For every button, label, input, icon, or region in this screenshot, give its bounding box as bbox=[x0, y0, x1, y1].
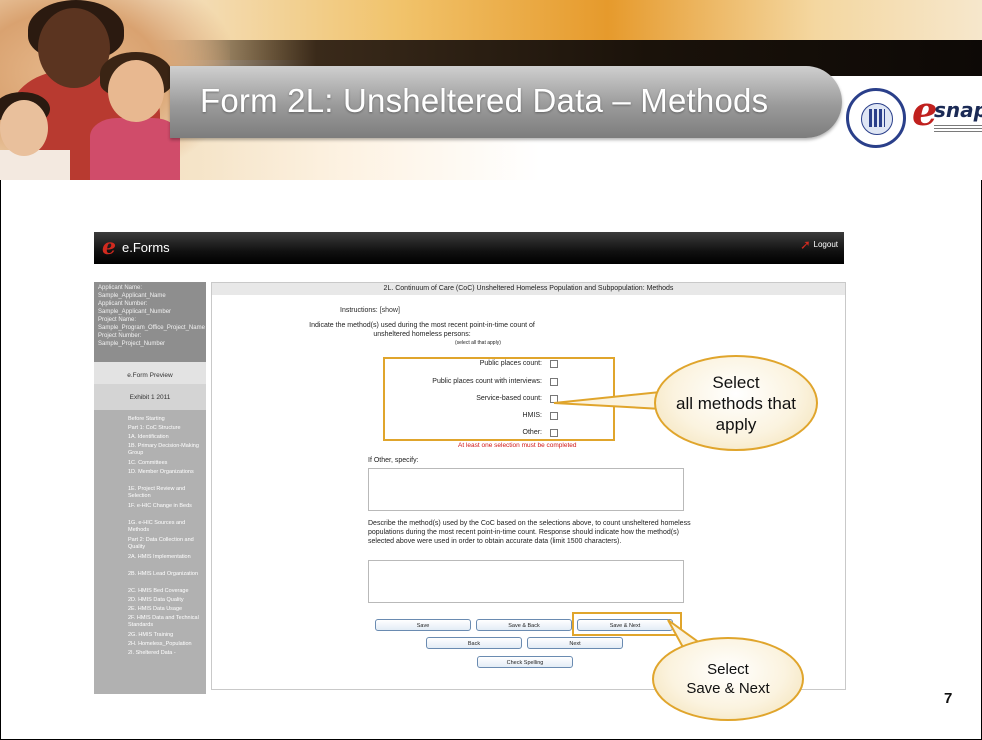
sidebar-item-2d[interactable]: 2D. HMIS Data Quality bbox=[128, 597, 206, 604]
sidebar-item-1a[interactable]: 1A. Identification bbox=[128, 434, 206, 441]
sidebar-item-2c[interactable]: 2C. HMIS Bed Coverage bbox=[128, 588, 206, 595]
logout-link[interactable]: Logout bbox=[814, 240, 838, 249]
applicant-info-line: Sample_Project_Number bbox=[98, 341, 166, 347]
sidebar-item-part1[interactable]: Part 1: CoC Structure bbox=[128, 425, 206, 432]
applicant-info-line: Project Number: bbox=[98, 333, 142, 339]
sidebar-item-1f[interactable]: 1F. e-HIC Change in Beds bbox=[128, 503, 206, 510]
applicant-info-line: Sample_Program_Office_Project_Name bbox=[98, 325, 205, 331]
applicant-info-line: Project Name: bbox=[98, 317, 137, 323]
methods-prompt: Indicate the method(s) used during the m… bbox=[309, 322, 535, 338]
app-topbar: e e.Forms ➚ Logout bbox=[94, 232, 844, 264]
callout-text: Select Save & Next bbox=[686, 661, 770, 697]
page-title: Form 2L: Unsheltered Data – Methods bbox=[200, 82, 769, 119]
sidebar-item-2a[interactable]: 2A. HMIS Implementation bbox=[128, 554, 206, 561]
instructions: Instructions: [show] bbox=[340, 307, 400, 314]
esnaps-logo: e snaps bbox=[912, 92, 982, 142]
applicant-info-line: Sample_Applicant_Name bbox=[98, 293, 166, 299]
sidebar: Applicant Name: Sample_Applicant_Name Ap… bbox=[94, 282, 206, 694]
other-specify-label: If Other, specify: bbox=[368, 457, 419, 464]
select-save-next-callout: Select Save & Next bbox=[652, 637, 804, 721]
sidebar-item-2f[interactable]: 2F. HMIS Data and Technical Standards bbox=[128, 615, 206, 629]
slide-banner: Form 2L: Unsheltered Data – Methods e sn… bbox=[0, 0, 982, 180]
next-button[interactable]: Next bbox=[527, 637, 623, 649]
prompt-note: (select all that apply) bbox=[455, 340, 501, 346]
sidebar-nav: Before Starting Part 1: CoC Structure 1A… bbox=[94, 410, 206, 694]
sidebar-item-1b[interactable]: 1B. Primary Decision-Making Group bbox=[128, 443, 206, 457]
sidebar-item-1e[interactable]: 1E. Project Review and Selection bbox=[128, 486, 206, 500]
sidebar-item-2h[interactable]: 2H. Homeless_Population bbox=[128, 641, 206, 648]
describe-methods-field[interactable] bbox=[368, 560, 684, 603]
sidebar-item-1c[interactable]: 1C. Committees bbox=[128, 460, 206, 467]
sidebar-item-1g[interactable]: 1G. e-HIC Sources and Methods bbox=[128, 520, 206, 534]
sidebar-item-2g[interactable]: 2G. HMIS Training bbox=[128, 632, 206, 639]
instructions-label: Instructions: bbox=[340, 307, 378, 314]
slide-number: 7 bbox=[944, 690, 953, 707]
check-spelling-button[interactable]: Check Spelling bbox=[477, 656, 573, 668]
back-button[interactable]: Back bbox=[426, 637, 522, 649]
eforms-logo-icon: e bbox=[102, 234, 116, 260]
sidebar-item-2i[interactable]: 2I. Sheltered Data - bbox=[128, 650, 206, 657]
sidebar-item-2e[interactable]: 2E. HMIS Data Usage bbox=[128, 606, 206, 613]
describe-methods-label: Describe the method(s) used by the CoC b… bbox=[368, 520, 691, 545]
instructions-show-link[interactable]: [show] bbox=[380, 307, 400, 314]
applicant-info-line: Applicant Name: bbox=[98, 285, 143, 291]
other-specify-field[interactable] bbox=[368, 468, 684, 511]
sidebar-item-2b[interactable]: 2B. HMIS Lead Organization bbox=[128, 571, 206, 578]
tab-exhibit-1-2011[interactable]: Exhibit 1 2011 bbox=[94, 384, 206, 413]
sidebar-item-1d[interactable]: 1D. Member Organizations bbox=[128, 469, 206, 476]
select-methods-callout: Select all methods that apply bbox=[654, 355, 818, 451]
sidebar-item-part2[interactable]: Part 2: Data Collection and Quality bbox=[128, 537, 206, 551]
applicant-info-line: Applicant Number: bbox=[98, 301, 148, 307]
sidebar-item-before-starting[interactable]: Before Starting bbox=[128, 416, 206, 423]
save-button[interactable]: Save bbox=[375, 619, 471, 631]
eforms-app: e e.Forms ➚ Logout Applicant Name: Sampl… bbox=[94, 232, 846, 694]
callout-text: Select all methods that apply bbox=[675, 372, 796, 434]
logout-icon[interactable]: ➚ bbox=[800, 239, 812, 253]
applicant-info-line: Sample_Applicant_Number bbox=[98, 309, 172, 315]
save-back-button[interactable]: Save & Back bbox=[476, 619, 572, 631]
form-header: 2L. Continuum of Care (CoC) Unsheltered … bbox=[212, 283, 845, 295]
required-message: At least one selection must be completed bbox=[458, 442, 577, 449]
app-name: e.Forms bbox=[122, 240, 170, 255]
applicant-info: Applicant Name: Sample_Applicant_Name Ap… bbox=[94, 282, 206, 350]
hud-seal-logo bbox=[846, 88, 906, 148]
form-panel: 2L. Continuum of Care (CoC) Unsheltered … bbox=[211, 282, 846, 690]
